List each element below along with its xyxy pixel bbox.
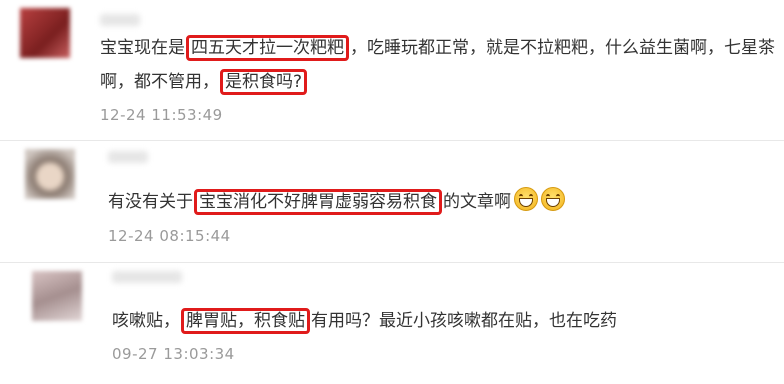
highlight-box: 是积食吗?	[220, 69, 308, 95]
grin-emoji-icon	[541, 187, 565, 211]
avatar[interactable]	[25, 149, 75, 199]
timestamp: 12-24 08:15:44	[108, 227, 231, 245]
username-blurred	[112, 271, 182, 283]
comment-text: 有用吗？最近小孩咳嗽都在贴，也在吃药	[311, 311, 617, 331]
comment-text: 有没有关于	[108, 192, 193, 212]
comment-text: 的文章啊	[443, 192, 511, 212]
comment-text: 咳嗽贴，	[112, 311, 180, 331]
highlight-box: 脾胃贴，积食贴	[181, 308, 310, 334]
grin-emoji-icon	[514, 187, 538, 211]
timestamp: 12-24 11:53:49	[100, 106, 223, 124]
comment-item: 宝宝现在是 四五天才拉一次粑粑 ，吃睡玩都正常，就是不拉粑粑，什么益生菌啊，七星茶 …	[0, 0, 784, 140]
comment-text: 啊，都不管用，	[100, 72, 219, 92]
timestamp: 09-27 13:03:34	[112, 345, 235, 363]
comment-text: 宝宝现在是	[100, 38, 185, 58]
comment-text-line: 咳嗽贴， 脾胃贴，积食贴 有用吗？最近小孩咳嗽都在贴，也在吃药	[112, 308, 617, 334]
comment-item: 咳嗽贴， 脾胃贴，积食贴 有用吗？最近小孩咳嗽都在贴，也在吃药 09-27 13:0…	[0, 263, 784, 384]
highlight-box: 四五天才拉一次粑粑	[186, 35, 349, 61]
comment-text: ，吃睡玩都正常，就是不拉粑粑，什么益生菌啊，七星茶	[350, 38, 775, 58]
username-blurred	[108, 151, 148, 163]
comment-text-line: 宝宝现在是 四五天才拉一次粑粑 ，吃睡玩都正常，就是不拉粑粑，什么益生菌啊，七星茶	[100, 35, 775, 61]
avatar[interactable]	[20, 8, 70, 58]
avatar[interactable]	[32, 271, 82, 321]
comment-text-line: 有没有关于 宝宝消化不好脾胃虚弱容易积食 的文章啊	[108, 187, 565, 215]
comment-text-line: 啊，都不管用， 是积食吗?	[100, 69, 308, 95]
highlight-box: 宝宝消化不好脾胃虚弱容易积食	[194, 189, 442, 215]
comment-item: 有没有关于 宝宝消化不好脾胃虚弱容易积食 的文章啊 12-24 08:15:44	[0, 141, 784, 261]
username-blurred	[100, 14, 140, 26]
